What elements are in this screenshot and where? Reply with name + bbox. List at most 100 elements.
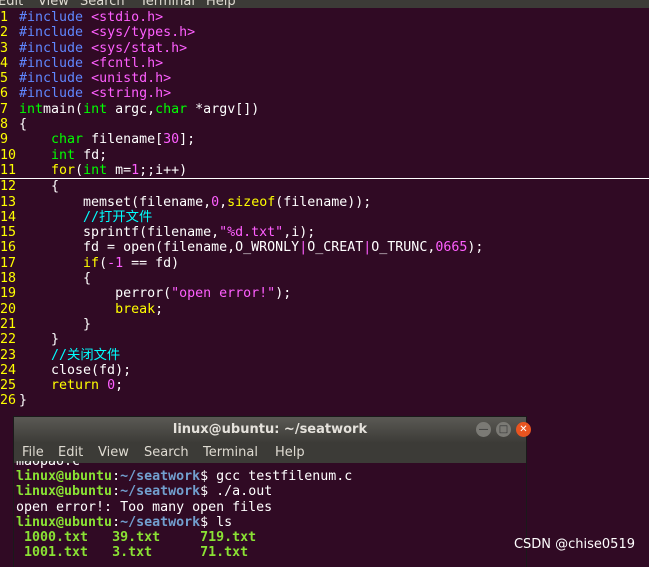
- code-token: ~/seatwork: [120, 469, 201, 484]
- code-token: char: [51, 132, 84, 148]
- line-number: 13: [0, 194, 17, 210]
- maximize-icon[interactable]: □: [496, 422, 511, 437]
- code-token: (: [75, 162, 84, 178]
- menu-view[interactable]: View: [38, 0, 69, 8]
- code-line: 20 break;: [0, 302, 649, 317]
- code-token: );: [467, 240, 484, 256]
- code-token: ;: [115, 378, 124, 394]
- code-line: 12 {: [0, 179, 649, 194]
- menu-search[interactable]: Search: [80, 0, 125, 8]
- terminal-line: linux@ubuntu:~/seatwork$ ./a.out: [16, 484, 524, 499]
- terminal-menu-search[interactable]: Search: [144, 445, 189, 460]
- code-token: sizeof: [227, 194, 276, 210]
- code-token: (: [99, 255, 108, 271]
- code-token: sprintf(filename,: [19, 225, 220, 241]
- code-line: 21 }: [0, 317, 649, 332]
- code-line: 26}: [0, 393, 649, 408]
- code-token: memset(filename,: [19, 194, 212, 210]
- code-token: //打开文件: [83, 209, 153, 225]
- code-token: <sys/stat.h>: [91, 40, 188, 56]
- line-code: #include <string.h>: [19, 86, 171, 101]
- line-number: 10: [0, 147, 17, 163]
- code-token: #include: [19, 40, 92, 56]
- menu-terminal[interactable]: Terminal: [140, 0, 195, 8]
- line-number: 19: [0, 286, 17, 302]
- code-token: ];: [179, 132, 196, 148]
- terminal-window[interactable]: linux@ubuntu: ~/seatwork — □ ✕ File Edit…: [14, 417, 531, 567]
- line-code: {: [19, 271, 91, 286]
- terminal-menu-terminal[interactable]: Terminal: [203, 445, 258, 460]
- line-number: 17: [0, 255, 17, 271]
- terminal-titlebar[interactable]: linux@ubuntu: ~/seatwork — □ ✕: [14, 417, 531, 443]
- line-number: 9: [0, 132, 9, 148]
- code-line: 1 #include <stdio.h>: [0, 10, 649, 25]
- vim-menubar: Edit View Search Terminal Help: [0, 0, 649, 8]
- line-code: {: [19, 179, 59, 194]
- code-line: 17 if(-1 == fd): [0, 256, 649, 271]
- line-number: 6: [0, 86, 9, 102]
- line-number: 12: [0, 179, 17, 195]
- code-token: :: [112, 514, 121, 530]
- line-number: 20: [0, 301, 17, 317]
- code-line: 4 #include <fcntl.h>: [0, 56, 649, 71]
- code-token: *argv[]): [187, 101, 260, 117]
- terminal-menu-edit[interactable]: Edit: [58, 445, 83, 460]
- terminal-output[interactable]: maopao.c linux@ubuntu:~/seatwork$ gcc tes…: [16, 461, 524, 561]
- terminal-menu-view[interactable]: View: [98, 445, 129, 460]
- close-icon[interactable]: ✕: [516, 422, 531, 437]
- code-token: }: [19, 316, 92, 332]
- menu-edit[interactable]: Edit: [0, 0, 23, 8]
- line-code: char filename[30];: [19, 132, 195, 147]
- code-line: 2 #include <sys/types.h>: [0, 25, 649, 40]
- code-token: #include: [19, 86, 92, 102]
- code-token: if: [83, 255, 100, 271]
- line-code: perror("open error!");: [19, 286, 291, 301]
- code-token: 1000.txt 39.txt 719.txt: [16, 530, 257, 546]
- code-line: 25 return 0;: [0, 378, 649, 393]
- minimize-icon[interactable]: —: [476, 422, 491, 437]
- code-token: ~/seatwork: [120, 514, 201, 530]
- code-line: 13 memset(filename,0,sizeof(filename));: [0, 195, 649, 210]
- code-token: }: [19, 332, 60, 348]
- code-token: int: [83, 101, 108, 117]
- code-token: #include: [19, 25, 92, 41]
- terminal-menu-file[interactable]: File: [22, 445, 44, 460]
- code-token: fd;: [75, 147, 108, 163]
- code-line: 22 }: [0, 332, 649, 347]
- code-token: "%d.txt": [219, 225, 284, 241]
- line-code: #include <sys/stat.h>: [19, 41, 187, 56]
- line-code: #include <unistd.h>: [19, 71, 171, 86]
- terminal-menu-help[interactable]: Help: [275, 445, 305, 460]
- code-line: 3 #include <sys/stat.h>: [0, 41, 649, 56]
- code-token: (filename));: [275, 194, 372, 210]
- menu-help[interactable]: Help: [206, 0, 236, 8]
- code-token: m=: [107, 162, 132, 178]
- terminal-line: 1001.txt 3.txt 71.txt: [16, 545, 524, 560]
- line-number: 5: [0, 71, 9, 87]
- line-code: for(int m=1;;i++): [19, 163, 187, 178]
- code-editor[interactable]: 1 #include <stdio.h> 2 #include <sys/types.…: [0, 10, 649, 409]
- code-token: int: [83, 162, 108, 178]
- code-token: perror(: [19, 286, 172, 302]
- line-code: int fd;: [19, 148, 107, 163]
- code-token: :: [112, 469, 121, 484]
- code-token: filename[: [83, 132, 164, 148]
- line-code: }: [19, 332, 59, 347]
- line-number: 18: [0, 271, 17, 287]
- line-code: break;: [19, 302, 163, 317]
- code-token: open error!: Too many open files: [16, 499, 273, 515]
- code-token: 0665: [435, 240, 468, 256]
- code-token: break: [115, 301, 156, 317]
- terminal-line: 1000.txt 39.txt 719.txt: [16, 530, 524, 545]
- terminal-line: linux@ubuntu:~/seatwork$ gcc testfilenum…: [16, 469, 524, 484]
- line-code: if(-1 == fd): [19, 256, 179, 271]
- code-token: linux@ubuntu: [16, 514, 113, 530]
- terminal-line: open error!: Too many open files: [16, 500, 524, 515]
- line-number: 15: [0, 225, 17, 241]
